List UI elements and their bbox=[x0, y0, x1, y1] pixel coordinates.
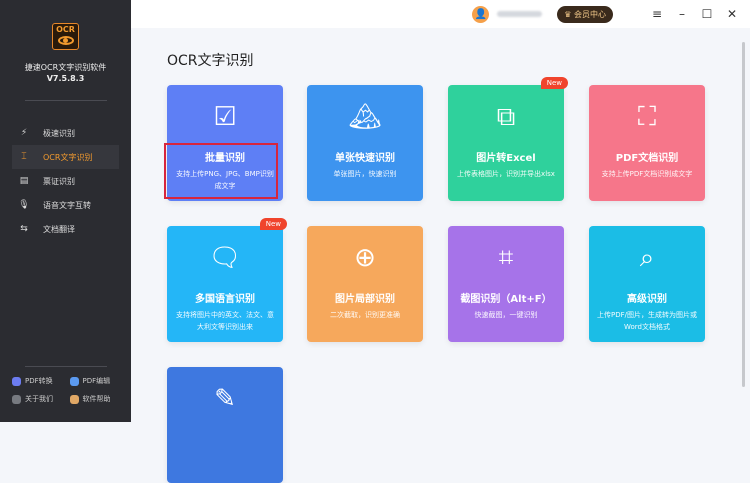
feature-card[interactable]: ⌕ 高级识别上传PDF/图片，生成转为图片或Word文档格式 bbox=[589, 226, 705, 342]
vip-label: 会员中心 bbox=[574, 9, 606, 19]
sidebar-item-3[interactable]: 🎙 语音文字互转 bbox=[12, 193, 119, 217]
app-title: 捷速OCR文字识别软件 bbox=[24, 63, 107, 72]
card-desc: 二次截取，识别更准确 bbox=[330, 311, 400, 319]
card-title: 多国语言识别 bbox=[195, 294, 255, 305]
card-desc: 快速截图，一键识别 bbox=[474, 311, 538, 319]
eye-icon bbox=[57, 36, 74, 45]
card-title: 图片局部识别 bbox=[335, 294, 395, 305]
feature-card[interactable]: 🏔 单张快速识别 单张图片，快速识别 bbox=[307, 85, 423, 201]
bottom-link-3[interactable]: 软件帮助 bbox=[69, 394, 128, 404]
vip-center-button[interactable]: ♛ 会员中心 bbox=[557, 5, 613, 23]
maximize-button[interactable]: ☐ bbox=[701, 7, 713, 21]
bottom-link-label: PDF编辑 bbox=[82, 377, 111, 385]
sidebar: OCR 捷速OCR文字识别软件 V7.5.8.3 ⚡ 极速识别 ⌶ OCR文字识别 ▤ 票证… bbox=[0, 0, 131, 422]
card-title: 图片转Excel bbox=[476, 153, 536, 164]
ticket-icon: ▤ bbox=[19, 176, 29, 186]
sidebar-item-0[interactable]: ⚡ 极速识别 bbox=[12, 121, 119, 145]
avatar-icon[interactable]: 👤 bbox=[472, 5, 490, 23]
minimize-button[interactable]: – bbox=[676, 7, 688, 21]
feature-card[interactable]: 🗨 多国语言识别支持将图片中的英文、法文、意大利文等识别出来 New bbox=[167, 218, 287, 342]
link-icon bbox=[12, 394, 21, 404]
bottom-link-2[interactable]: 关于我们 bbox=[12, 394, 70, 404]
text-scan-icon: ⌶ bbox=[21, 152, 27, 162]
link-icon bbox=[12, 376, 21, 386]
feature-card[interactable]: ⛶ PDF文档识别支持上传PDF文档识别成文字 bbox=[589, 85, 705, 201]
card-desc: 上传PDF/图片，生成转为图片或Word文档格式 bbox=[597, 311, 697, 331]
link-icon bbox=[69, 376, 79, 386]
feature-card[interactable]: ⧉ 图片转Excel 上传表格图片，识别并导出xlsx New bbox=[448, 77, 568, 201]
card-desc: 支持将图片中的英文、法文、意大利文等识别出来 bbox=[176, 311, 274, 331]
sidebar-item-label: 票证识别 bbox=[43, 176, 75, 186]
divider bbox=[25, 366, 107, 367]
divider bbox=[25, 100, 107, 101]
sidebar-item-label: 极速识别 bbox=[43, 128, 75, 138]
highlight-box bbox=[164, 143, 278, 199]
card-title: 截图识别（Alt+F） bbox=[460, 294, 552, 305]
feature-card[interactable]: ⌗ 截图识别（Alt+F） 快速截图，一键识别 bbox=[448, 226, 564, 342]
crown-icon: ♛ bbox=[564, 9, 574, 19]
bottom-link-0[interactable]: PDF转换 bbox=[12, 376, 70, 386]
new-badge: New bbox=[259, 218, 287, 230]
card-desc: 单张图片，快速识别 bbox=[333, 170, 397, 178]
feature-card[interactable]: ⊕ 图片局部识别 二次截取，识别更准确 bbox=[307, 226, 423, 342]
feature-icon: ✎ bbox=[214, 384, 236, 414]
app-version: V7.5.8.3 bbox=[46, 74, 85, 83]
close-button[interactable]: ✕ bbox=[726, 7, 738, 21]
feature-icon: ⛶ bbox=[637, 102, 657, 132]
bottom-link-label: 软件帮助 bbox=[82, 395, 111, 403]
translate-doc-icon: ⇆ bbox=[20, 224, 28, 234]
bottom-link-label: 关于我们 bbox=[25, 395, 53, 403]
feature-icon: 🏔 bbox=[348, 102, 382, 132]
link-icon bbox=[69, 394, 79, 404]
sidebar-item-2[interactable]: ▤ 票证识别 bbox=[12, 169, 119, 193]
card-title: 单张快速识别 bbox=[335, 153, 395, 164]
feature-icon: ⌕ bbox=[639, 243, 655, 273]
feature-icon: ⊕ bbox=[354, 243, 376, 273]
lightning-doc-icon: ⚡ bbox=[20, 128, 28, 138]
menu-button[interactable]: ≡ bbox=[651, 7, 663, 21]
page-title: OCR文字识别 bbox=[167, 53, 254, 69]
sidebar-item-label: OCR文字识别 bbox=[43, 152, 93, 162]
scrollbar[interactable] bbox=[742, 42, 745, 387]
card-desc: 支持上传PDF文档识别成文字 bbox=[601, 170, 693, 178]
title-bar: 👤 ♛ 会员中心 ≡ – ☐ ✕ bbox=[131, 0, 750, 28]
card-title: PDF文档识别 bbox=[615, 153, 679, 164]
card-title: 高级识别 bbox=[627, 294, 667, 305]
feature-card[interactable]: ✎ bbox=[167, 367, 283, 483]
app-logo: OCR bbox=[52, 23, 79, 50]
app-name: 捷速OCR文字识别软件 V7.5.8.3 bbox=[0, 62, 131, 84]
sidebar-item-1[interactable]: ⌶ OCR文字识别 bbox=[12, 145, 119, 169]
feature-icon: ☑ bbox=[213, 102, 237, 132]
bottom-link-1[interactable]: PDF编辑 bbox=[69, 376, 128, 386]
new-badge: New bbox=[540, 77, 568, 89]
sidebar-item-4[interactable]: ⇆ 文档翻译 bbox=[12, 217, 119, 241]
sidebar-item-label: 文档翻译 bbox=[43, 224, 75, 234]
sidebar-item-label: 语音文字互转 bbox=[43, 200, 91, 210]
feature-icon: ⧉ bbox=[496, 102, 516, 132]
username-blurred bbox=[497, 11, 543, 17]
card-desc: 上传表格图片，识别并导出xlsx bbox=[457, 170, 555, 178]
logo-text: OCR bbox=[56, 25, 75, 34]
feature-icon: ⌗ bbox=[498, 243, 514, 273]
microphone-icon: 🎙 bbox=[18, 200, 30, 210]
feature-icon: 🗨 bbox=[208, 243, 242, 273]
sidebar-nav: ⚡ 极速识别 ⌶ OCR文字识别 ▤ 票证识别 🎙 语音文字互转 ⇆ 文档翻译 bbox=[12, 121, 119, 241]
sidebar-bottom-links: PDF转换 PDF编辑关于我们 软件帮助 bbox=[12, 376, 127, 404]
bottom-link-label: PDF转换 bbox=[25, 377, 53, 385]
